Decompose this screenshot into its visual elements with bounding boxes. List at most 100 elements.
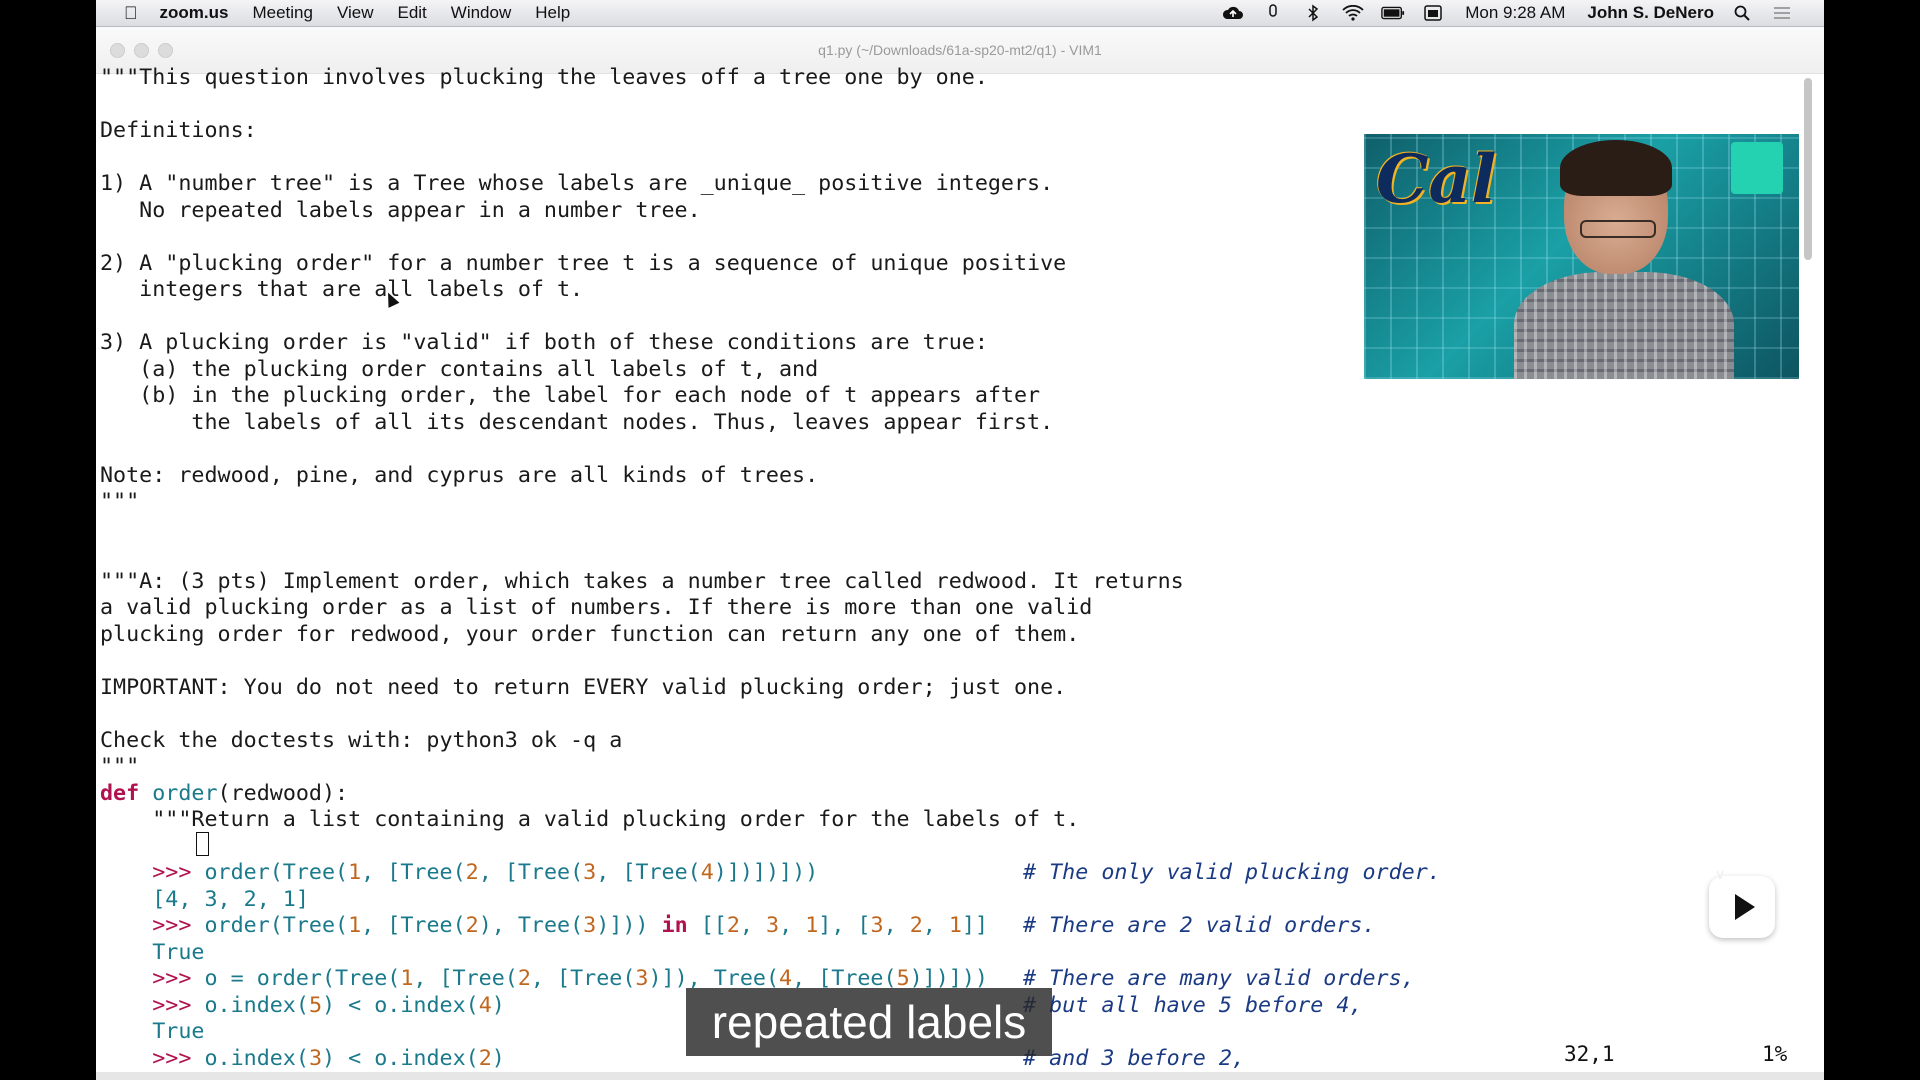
menu-view[interactable]: View — [337, 3, 374, 23]
vertical-scrollbar[interactable] — [1804, 78, 1812, 260]
doctest-comment: # There are many valid orders, — [1023, 966, 1415, 991]
doctest-input-line: >>> order(Tree(1, [Tree(2, [Tree(3, [Tre… — [100, 860, 1800, 887]
function-docstring: """Return a list containing a valid pluc… — [100, 807, 1080, 832]
doctest-prompt: >>> — [152, 1045, 205, 1071]
window-bottom-edge — [96, 1072, 1824, 1080]
number-literal: 4 — [478, 992, 492, 1018]
doctest-code: o.index(3) < o.index(2) — [204, 1045, 505, 1071]
presenter-shirt — [1514, 272, 1734, 379]
number-literal: 2 — [465, 860, 479, 885]
doctest-expected-output: True — [152, 1019, 205, 1044]
code-line: """ — [100, 754, 140, 779]
number-literal: 2 — [909, 913, 923, 938]
cloud-upload-icon[interactable] — [1221, 4, 1245, 22]
menu-app-name[interactable]: zoom.us — [160, 3, 229, 23]
window-title: q1.py (~/Downloads/61a-sp20-mt2/q1) - VI… — [818, 42, 1102, 58]
wifi-icon[interactable] — [1341, 4, 1365, 22]
doctest-code: o.index(5) < o.index(4) — [204, 992, 505, 1018]
code-line: """A: (3 pts) Implement order, which tak… — [100, 568, 1184, 594]
number-literal: 1 — [348, 860, 362, 885]
play-icon — [1735, 894, 1755, 920]
code-line: Check the doctests with: python3 ok -q a — [100, 727, 623, 753]
apple-menu-icon[interactable]:  — [124, 3, 138, 24]
notification-list-icon[interactable] — [1770, 4, 1794, 22]
doctest-expected-output: True — [152, 939, 205, 965]
code-line: Note: redwood, pine, and cyprus are all … — [100, 462, 819, 488]
menu-clock[interactable]: Mon 9:28 AM — [1465, 3, 1565, 23]
doctest-prompt: >>> — [152, 860, 205, 885]
presenter — [1514, 140, 1734, 379]
number-literal: 1 — [400, 966, 414, 991]
cal-logo: Cal — [1376, 140, 1497, 218]
in-keyword: in — [661, 913, 688, 938]
number-literal: 2 — [478, 1045, 492, 1071]
code-line: IMPORTANT: You do not need to return EVE… — [100, 674, 1067, 700]
code-line: """This question involves plucking the l… — [100, 65, 988, 90]
number-literal: 3 — [870, 913, 884, 938]
function-signature: (redwood): — [217, 780, 349, 806]
tv-antenna-icon: ∨ — [1715, 866, 1726, 882]
menu-bar:  zoom.us Meeting View Edit Window Help — [96, 0, 1824, 27]
menu-edit[interactable]: Edit — [397, 3, 426, 23]
number-literal: 3 — [635, 966, 649, 991]
number-literal: 2 — [517, 966, 531, 991]
number-literal: 1 — [805, 913, 819, 938]
number-literal: 3 — [583, 913, 597, 938]
code-line: the labels of all its descendant nodes. … — [100, 409, 1054, 435]
number-literal: 4 — [700, 860, 714, 885]
battery-icon[interactable] — [1381, 4, 1405, 22]
number-literal: 2 — [726, 913, 740, 938]
code-line: plucking order for redwood, your order f… — [100, 621, 1080, 647]
doctest-comment: # and 3 before 2, — [1023, 1045, 1245, 1071]
menu-help[interactable]: Help — [535, 3, 570, 23]
status-cursor-position: 32,1 — [1564, 1042, 1615, 1066]
menu-window[interactable]: Window — [451, 3, 511, 23]
doctest-expected-output: [4, 3, 2, 1] — [152, 886, 309, 912]
code-line: (b) in the plucking order, the label for… — [100, 383, 1041, 408]
mic-icon[interactable] — [1261, 4, 1285, 22]
number-literal: 2 — [465, 913, 479, 938]
number-literal: 3 — [308, 1045, 322, 1071]
doctest-prompt: >>> — [152, 966, 205, 991]
doctest-output-line: True — [100, 940, 1800, 967]
doctest-code: order(Tree(1, [Tree(2), Tree(3)])) in [[… — [204, 913, 989, 938]
text-cursor — [196, 832, 209, 856]
doctest-code: order(Tree(1, [Tree(2, [Tree(3, [Tree(4)… — [204, 860, 819, 885]
doctest-input-line: >>> order(Tree(1, [Tree(2), Tree(3)])) i… — [100, 913, 1800, 940]
menu-meeting[interactable]: Meeting — [252, 3, 312, 23]
zoom-screen-share:  zoom.us Meeting View Edit Window Help — [96, 0, 1824, 1080]
doctest-output-line: [4, 3, 2, 1] — [100, 887, 1800, 914]
number-literal: 3 — [583, 860, 597, 885]
function-def-line: def order(redwood): — [100, 781, 1800, 808]
doctest-prompt: >>> — [152, 913, 205, 938]
doctest-comment: # The only valid plucking order. — [1023, 860, 1441, 885]
background-tile — [1731, 142, 1783, 194]
subtitle-caption: repeated labels — [686, 988, 1052, 1056]
doctest-comment: # but all have 5 before 4, — [1023, 992, 1363, 1018]
def-keyword: def — [100, 780, 140, 806]
code-line: """ — [100, 489, 140, 514]
status-scroll-percent: 1% — [1762, 1042, 1788, 1066]
doctest-prompt: >>> — [152, 992, 205, 1018]
calendar-icon[interactable] — [1421, 4, 1445, 22]
number-literal: 3 — [766, 913, 780, 938]
play-button[interactable]: ∨ — [1709, 866, 1775, 938]
function-name: order — [152, 780, 218, 806]
presenter-hair — [1560, 140, 1672, 196]
presenter-glasses — [1580, 220, 1656, 238]
doctest-comment: # There are 2 valid orders. — [1023, 913, 1376, 938]
number-literal: 5 — [308, 992, 322, 1018]
spotlight-search-icon[interactable] — [1730, 4, 1754, 22]
menu-user-name[interactable]: John S. DeNero — [1587, 3, 1714, 23]
webcam-video[interactable]: Cal — [1364, 134, 1799, 379]
code-line: a valid plucking order as a list of numb… — [100, 595, 1093, 620]
bluetooth-icon[interactable] — [1301, 4, 1325, 22]
number-literal: 1 — [948, 913, 962, 938]
number-literal: 1 — [348, 913, 362, 938]
